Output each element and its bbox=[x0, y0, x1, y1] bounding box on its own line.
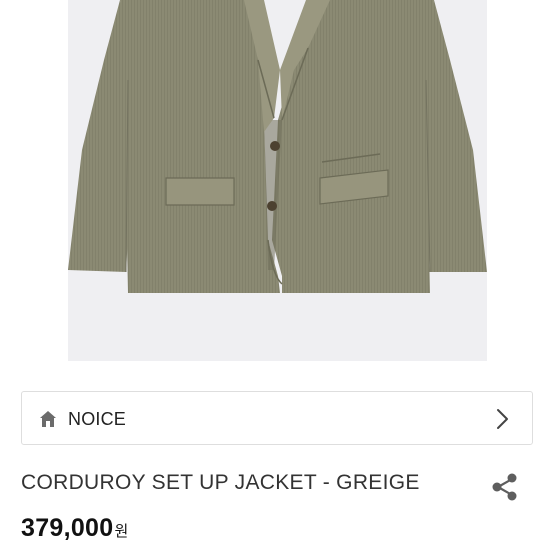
chevron-right-icon bbox=[496, 408, 510, 430]
share-icon bbox=[492, 473, 517, 501]
product-title: CORDUROY SET UP JACKET - GREIGE bbox=[21, 471, 420, 494]
price-currency-unit: 원 bbox=[114, 523, 129, 540]
jacket-button-bottom bbox=[267, 201, 277, 211]
left-pocket-flap bbox=[165, 177, 235, 206]
share-button[interactable] bbox=[488, 470, 522, 504]
brand-shop-link[interactable]: NOICE bbox=[21, 391, 533, 445]
product-price: 379,000원 bbox=[21, 512, 128, 548]
product-detail-page: NOICE CORDUROY SET UP JACKET - GREIGE 37… bbox=[0, 0, 555, 555]
price-amount: 379,000 bbox=[21, 514, 114, 542]
brand-name: NOICE bbox=[68, 409, 127, 429]
jacket-illustration bbox=[68, 0, 487, 293]
jacket-button-top bbox=[270, 141, 280, 151]
product-image[interactable] bbox=[68, 0, 487, 361]
home-icon bbox=[39, 410, 57, 428]
